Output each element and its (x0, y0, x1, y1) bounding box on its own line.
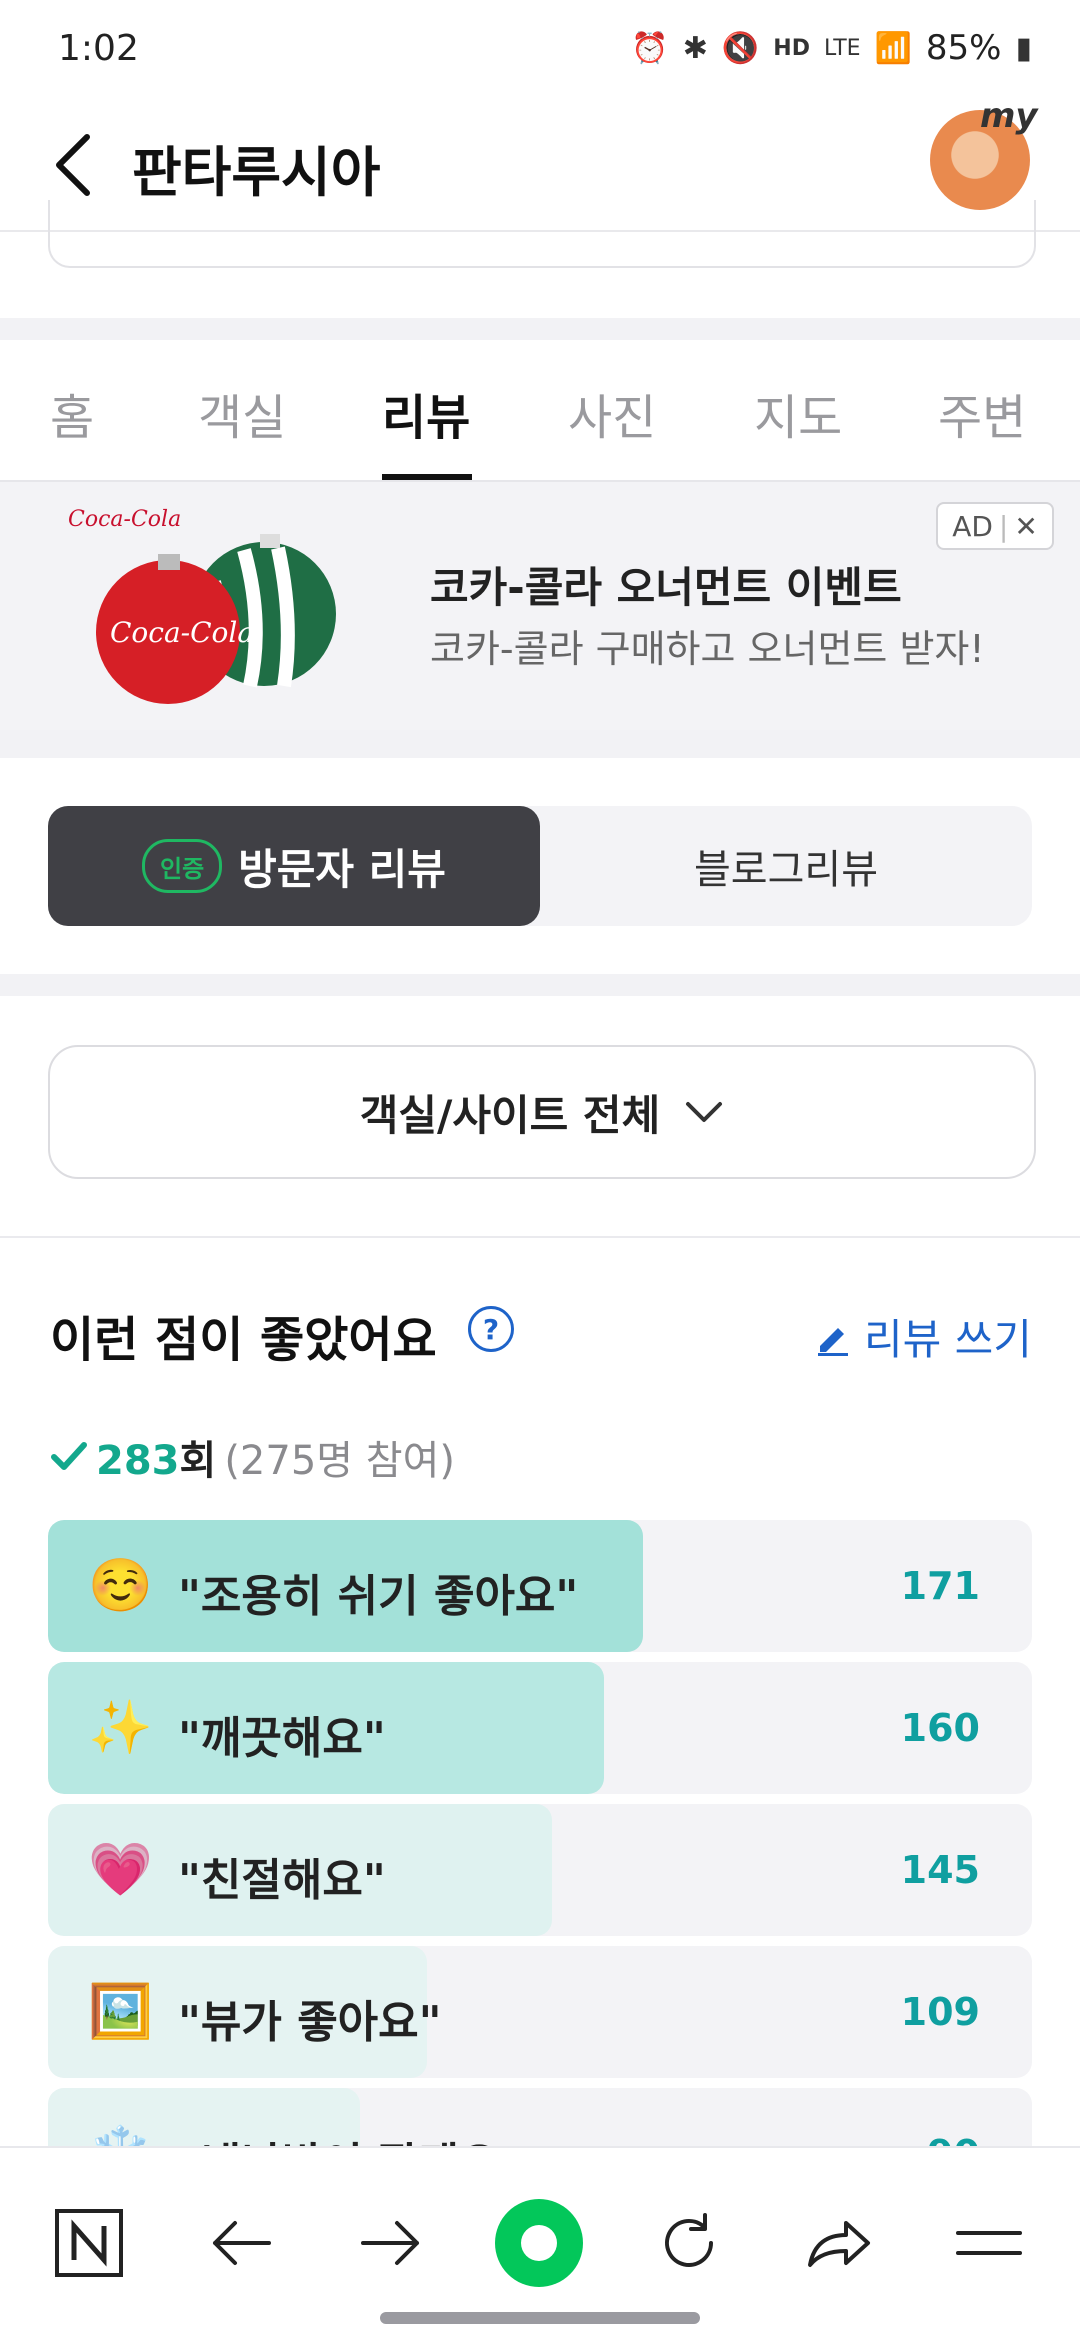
visitor-review-button[interactable]: 인증 방문자 리뷰 (48, 806, 540, 926)
section-divider (0, 974, 1080, 996)
menu-button[interactable] (934, 2188, 1044, 2298)
good-point-label: "깨끗해요" (178, 1713, 386, 1764)
alarm-icon: ⏰ (631, 30, 669, 66)
good-point-emoji-icon: ☺️ (88, 1556, 153, 1616)
good-point-emoji-icon: 💗 (88, 1840, 153, 1900)
write-review-link[interactable]: 리뷰 쓰기 (814, 1306, 1032, 1367)
gesture-home-indicator[interactable] (380, 2312, 700, 2324)
section-divider (0, 1236, 1080, 1238)
tab-bar: 홈 객실 리뷰 사진 지도 주변 (0, 340, 1080, 482)
ad-title: 코카-콜라 오너먼트 이벤트 (430, 563, 902, 612)
count-unit: 회 (179, 1438, 217, 1484)
good-point-item: 🖼️ "뷰가 좋아요" 109 (48, 1946, 1032, 2078)
active-tab-indicator (382, 474, 472, 480)
status-time: 1:02 (58, 28, 139, 69)
good-point-count: 145 (900, 1848, 980, 1892)
tab-map[interactable]: 지도 (754, 378, 842, 448)
battery-text: 85% (925, 28, 1002, 68)
chevron-down-icon (686, 1102, 723, 1122)
blog-review-label: 블로그리뷰 (694, 847, 878, 893)
good-point-count: 171 (900, 1564, 980, 1608)
help-icon[interactable]: ? (468, 1306, 514, 1352)
good-point-count: 109 (900, 1990, 980, 2034)
avatar-my-label: my (980, 96, 1038, 136)
arrow-right-icon (361, 2221, 419, 2265)
status-bar: 1:02 ⏰ ✱ 🔇 HD LTE 📶 85% ▮ (0, 0, 1080, 100)
coca-cola-logo: Coca‑Cola (68, 507, 181, 532)
battery-icon: ▮ (1015, 30, 1032, 66)
good-point-label: "조용히 쉬기 좋아요" (178, 1571, 579, 1622)
section-title: 이런 점이 좋았어요 (50, 1312, 437, 1368)
blog-review-button[interactable]: 블로그리뷰 (540, 806, 1032, 926)
tab-rooms[interactable]: 객실 (198, 378, 286, 448)
tab-home[interactable]: 홈 (50, 378, 94, 448)
close-icon: ✕ (1014, 509, 1038, 543)
signal-icon: 📶 (874, 30, 912, 66)
refresh-icon (665, 2213, 713, 2267)
check-icon (51, 1442, 87, 1470)
svg-text:Coca‑Cola: Coca‑Cola (110, 616, 254, 649)
good-point-item: ☺️ "조용히 쉬기 좋아요" 171 (48, 1520, 1032, 1652)
good-point-item: ✨ "깨끗해요" 160 (48, 1662, 1032, 1794)
good-point-label: "친절해요" (178, 1855, 386, 1906)
section-divider (0, 730, 1080, 758)
hd-voice-icon: HD (773, 35, 810, 61)
ad-banner[interactable]: Coca‑Cola Coca‑Cola 코카-콜라 오너먼트 이벤트 코카-콜라… (0, 482, 1080, 730)
good-point-label: "뷰가 좋아요" (178, 1997, 442, 2048)
good-point-item: 💗 "친절해요" 145 (48, 1804, 1032, 1936)
good-point-emoji-icon: ✨ (88, 1698, 153, 1758)
participants: (275명 참여) (224, 1438, 455, 1484)
green-dot-icon (495, 2199, 583, 2287)
network-icon: LTE (823, 35, 861, 61)
bluetooth-icon: ✱ (682, 30, 708, 66)
total-count: 283 (96, 1438, 180, 1484)
ad-label: AD (952, 509, 993, 543)
nav-back-button[interactable] (186, 2188, 296, 2298)
good-points-list: ☺️ "조용히 쉬기 좋아요" 171 ✨ "깨끗해요" 160 💗 "친절해요" 145 🖼️ "… (48, 1520, 1032, 2230)
tab-photos[interactable]: 사진 (568, 378, 656, 448)
nav-forward-button[interactable] (336, 2188, 446, 2298)
section-divider (0, 318, 1080, 340)
pencil-icon (818, 1327, 848, 1356)
room-filter-dropdown[interactable]: 객실/사이트 전체 (48, 1045, 1036, 1179)
status-icons: ⏰ ✱ 🔇 HD LTE 📶 85% ▮ (631, 28, 1032, 68)
tab-nearby[interactable]: 주변 (938, 378, 1026, 448)
naver-home-button[interactable] (34, 2188, 144, 2298)
back-button[interactable] (38, 122, 108, 208)
green-dot-button[interactable] (484, 2188, 594, 2298)
hamburger-menu-icon (956, 2231, 1022, 2255)
share-icon (808, 2221, 870, 2267)
filter-value: 객실/사이트 전체 (359, 1090, 661, 1140)
info-card-bottom-edge (48, 200, 1036, 268)
ad-subtitle: 코카-콜라 구매하고 오너먼트 받자! (430, 627, 985, 671)
back-arrow-icon (56, 134, 90, 196)
vote-count-summary: 283회 (275명 참여) (50, 1428, 455, 1486)
tab-reviews[interactable]: 리뷰 (382, 378, 470, 448)
ornament-image: Coca‑Cola Coca‑Cola (68, 507, 336, 704)
ad-close-button[interactable]: AD | ✕ (936, 502, 1054, 550)
certified-badge-icon: 인증 (142, 839, 223, 893)
visitor-review-label: 방문자 리뷰 (238, 844, 446, 894)
naver-n-icon (55, 2209, 123, 2277)
good-point-emoji-icon: 🖼️ (88, 1982, 153, 2042)
mute-icon: 🔇 (721, 30, 760, 66)
good-point-count: 160 (900, 1706, 980, 1750)
share-button[interactable] (784, 2188, 894, 2298)
write-review-label: 리뷰 쓰기 (864, 1315, 1032, 1364)
refresh-button[interactable] (634, 2188, 744, 2298)
arrow-left-icon (213, 2221, 271, 2265)
page-title: 판타루시아 (132, 141, 381, 204)
